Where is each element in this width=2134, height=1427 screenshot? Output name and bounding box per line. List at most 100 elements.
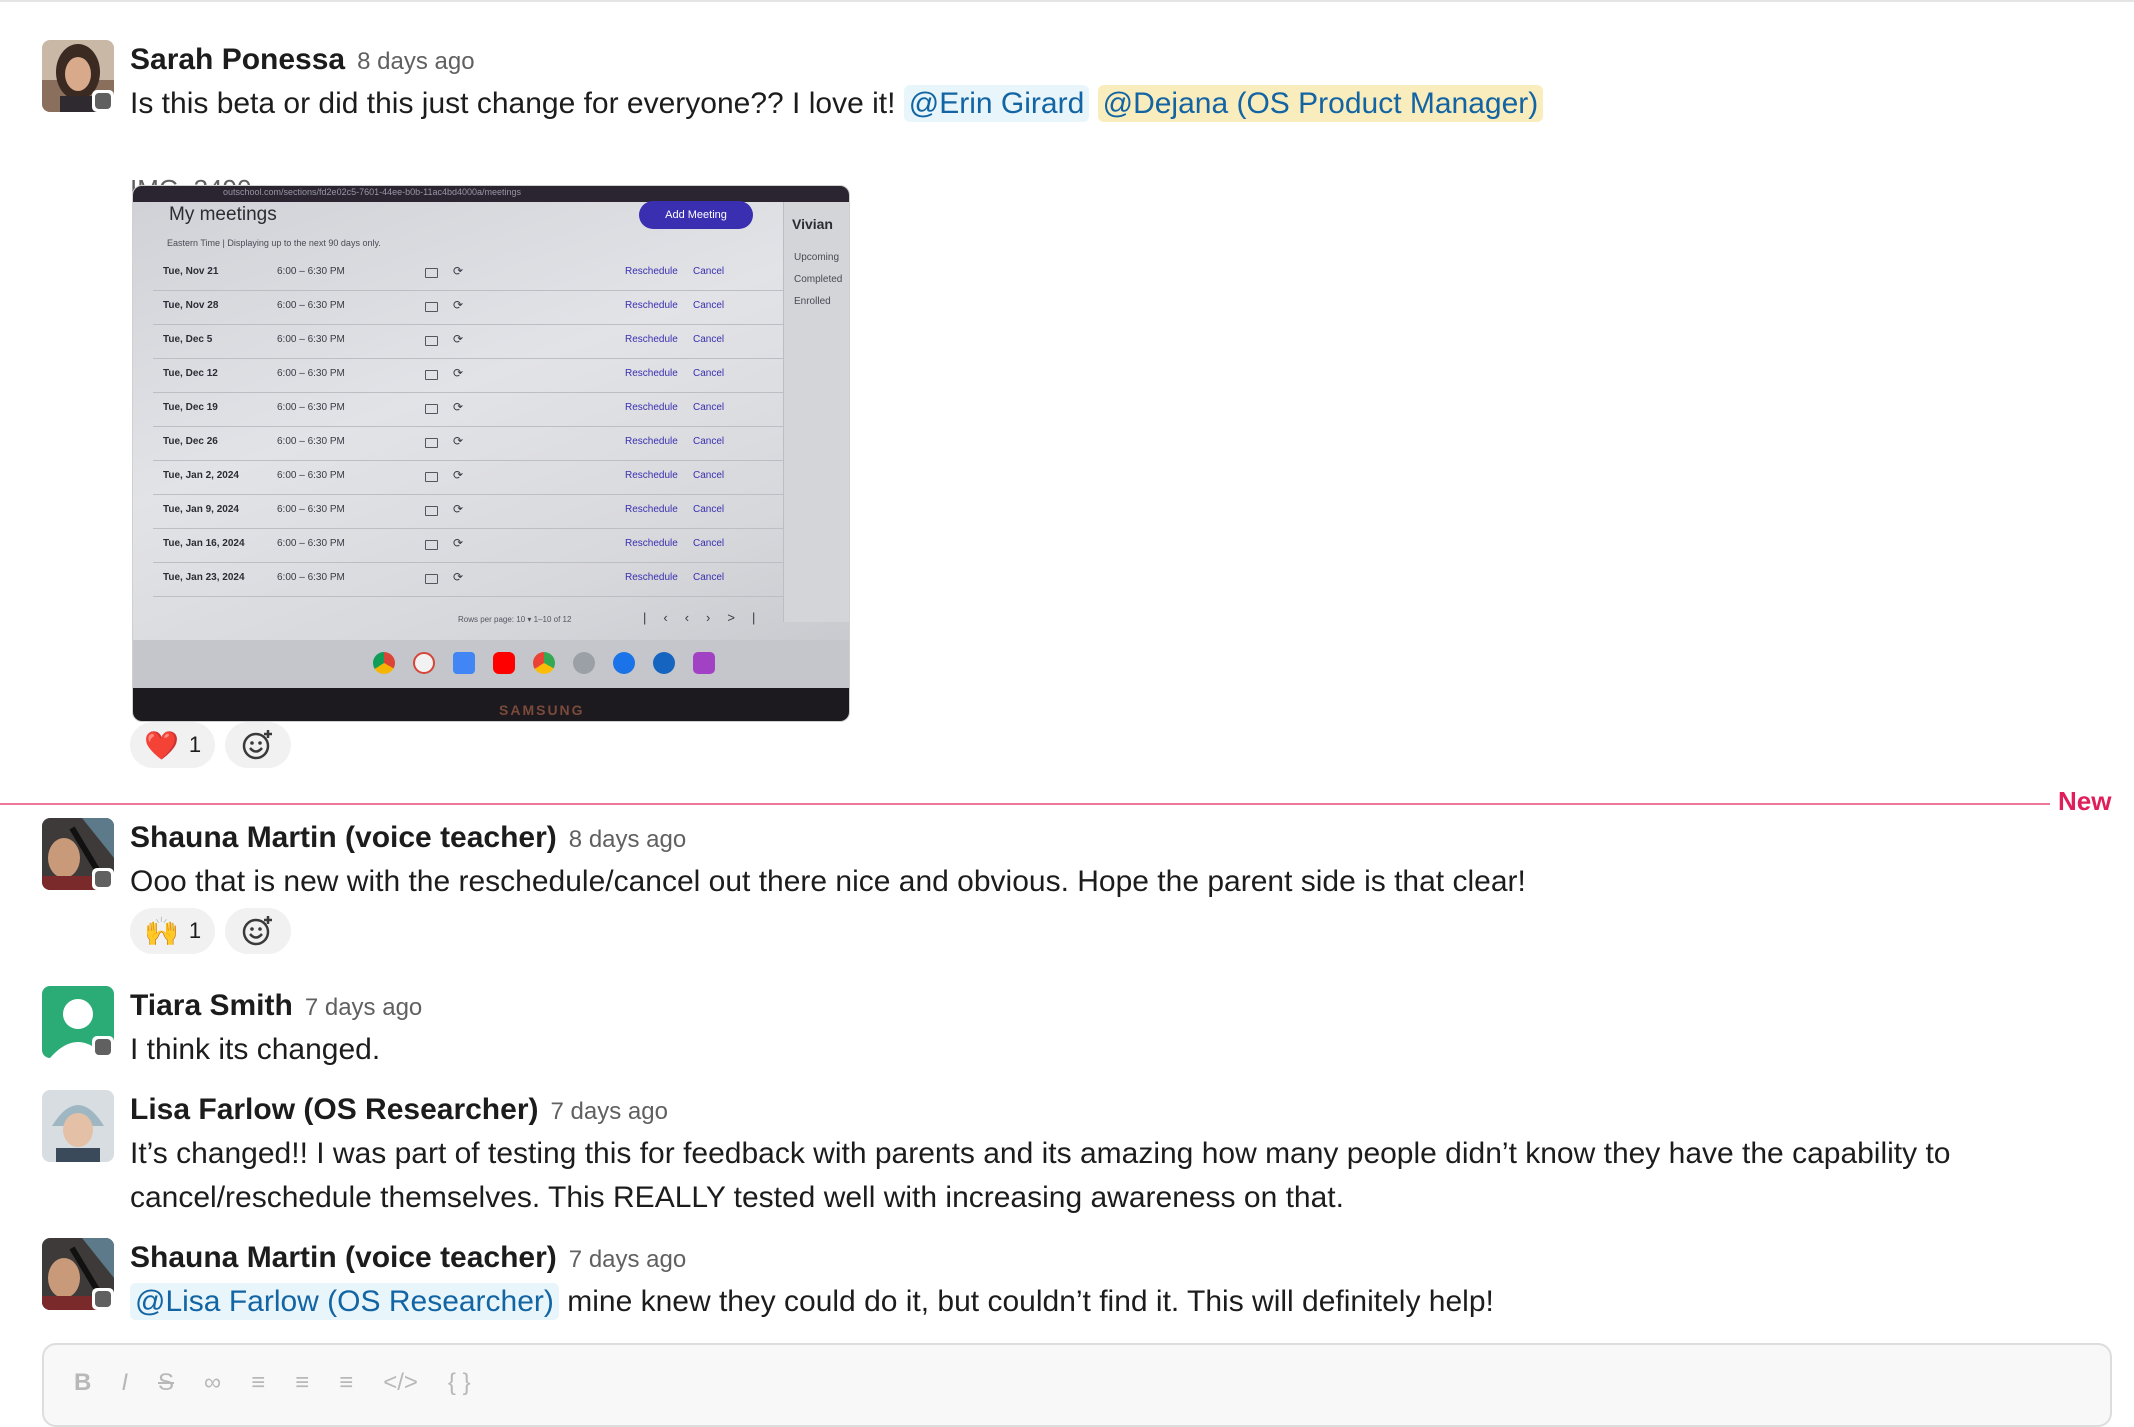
- reschedule-link: Reschedule: [625, 436, 678, 447]
- message-composer[interactable]: B I S ∞ ≡ ≡ ≡ </> { }: [42, 1343, 2112, 1427]
- reschedule-link: Reschedule: [625, 368, 678, 379]
- mention-erin[interactable]: @Erin Girard: [903, 85, 1090, 122]
- author-name[interactable]: Lisa Farlow (OS Researcher): [130, 1093, 539, 1126]
- reschedule-link: Reschedule: [625, 470, 678, 481]
- repeat-icon: ⟳: [453, 570, 464, 584]
- pager-arrows-icon: |‹‹›>|: [643, 610, 773, 625]
- cancel-link: Cancel: [693, 334, 725, 345]
- message-header: Shauna Martin (voice teacher) 8 days ago: [130, 818, 686, 858]
- add-reaction-button[interactable]: [225, 908, 292, 954]
- cancel-link: Cancel: [693, 402, 725, 413]
- author-name[interactable]: Tiara Smith: [130, 989, 293, 1022]
- device-bezel: SAMSUNG: [133, 688, 849, 721]
- calendar-icon: [425, 506, 438, 516]
- repeat-icon: ⟳: [453, 366, 464, 380]
- calendar-icon: [425, 472, 438, 482]
- bulleted-list-icon[interactable]: ≡: [295, 1369, 309, 1397]
- new-messages-divider: [0, 803, 2050, 805]
- meeting-row: Tue, Nov 28 6:00 – 6:30 PM ⟳ Reschedule Canc…: [153, 290, 783, 325]
- chrome-icon: [373, 652, 395, 674]
- italic-icon[interactable]: I: [121, 1369, 128, 1397]
- timestamp[interactable]: 8 days ago: [357, 48, 474, 75]
- cancel-link: Cancel: [693, 470, 725, 481]
- message-text: Is this beta or did this just change for…: [130, 82, 2090, 126]
- meeting-date: Tue, Dec 26: [163, 436, 218, 447]
- cancel-link: Cancel: [693, 538, 725, 549]
- formatting-toolbar: B I S ∞ ≡ ≡ ≡ </> { }: [74, 1369, 471, 1397]
- repeat-icon: ⟳: [453, 536, 464, 550]
- reschedule-link: Reschedule: [625, 504, 678, 515]
- message-text: It’s changed!! I was part of testing thi…: [130, 1137, 1951, 1214]
- meeting-time: 6:00 – 6:30 PM: [277, 334, 345, 345]
- presence-indicator: [92, 868, 114, 890]
- author-name[interactable]: Shauna Martin (voice teacher): [130, 821, 557, 854]
- timestamp[interactable]: 7 days ago: [551, 1098, 668, 1125]
- timestamp[interactable]: 7 days ago: [305, 994, 422, 1021]
- ordered-list-icon[interactable]: ≡: [251, 1369, 265, 1397]
- author-name[interactable]: Shauna Martin (voice teacher): [130, 1241, 557, 1274]
- meeting-time: 6:00 – 6:30 PM: [277, 266, 345, 277]
- calendar-icon: [425, 268, 438, 278]
- reschedule-link: Reschedule: [625, 300, 678, 311]
- meeting-date: Tue, Jan 9, 2024: [163, 504, 239, 515]
- meeting-time: 6:00 – 6:30 PM: [277, 436, 345, 447]
- mention-lisa[interactable]: @Lisa Farlow (OS Researcher): [130, 1283, 559, 1320]
- mention-dejana[interactable]: @Dejana (OS Product Manager): [1097, 85, 1544, 122]
- os-taskbar: [133, 640, 849, 688]
- repeat-icon: ⟳: [453, 264, 464, 278]
- timestamp[interactable]: 7 days ago: [569, 1246, 686, 1273]
- meeting-time: 6:00 – 6:30 PM: [277, 300, 345, 311]
- cancel-link: Cancel: [693, 300, 725, 311]
- play-store-icon: [533, 652, 555, 674]
- browser-url-bar: outschool.com/sections/fd2e02c5-7601-44e…: [133, 186, 849, 202]
- message-header: Lisa Farlow (OS Researcher) 7 days ago: [130, 1090, 668, 1130]
- author-name[interactable]: Sarah Ponessa: [130, 43, 345, 76]
- code-icon[interactable]: </>: [383, 1369, 418, 1397]
- message-text: Ooo that is new with the reschedule/canc…: [130, 865, 1526, 898]
- calendar-icon: [425, 438, 438, 448]
- message-body: mine knew they could do it, but couldn’t…: [558, 1285, 1494, 1318]
- meeting-date: Tue, Dec 5: [163, 334, 213, 345]
- blockquote-icon[interactable]: ≡: [339, 1369, 353, 1397]
- bold-icon[interactable]: B: [74, 1369, 91, 1397]
- link-icon[interactable]: ∞: [204, 1369, 221, 1397]
- image-attachment[interactable]: outschool.com/sections/fd2e02c5-7601-44e…: [132, 185, 850, 722]
- meeting-time: 6:00 – 6:30 PM: [277, 572, 345, 583]
- meeting-date: Tue, Dec 12: [163, 368, 218, 379]
- reaction-raised-hands[interactable]: 🙌 1: [130, 908, 216, 954]
- avatar-lisa[interactable]: [42, 1090, 114, 1162]
- message-header: Sarah Ponessa 8 days ago: [130, 40, 475, 80]
- reschedule-link: Reschedule: [625, 572, 678, 583]
- meeting-row: Tue, Dec 26 6:00 – 6:30 PM ⟳ Reschedule Canc…: [153, 426, 783, 461]
- meeting-time: 6:00 – 6:30 PM: [277, 368, 345, 379]
- repeat-icon: ⟳: [453, 468, 464, 482]
- meeting-row: Tue, Jan 9, 2024 6:00 – 6:30 PM ⟳ Reschedul…: [153, 494, 783, 529]
- reactions-bar: ❤️ 1: [130, 722, 292, 768]
- docs-icon: [453, 652, 475, 674]
- cancel-link: Cancel: [693, 368, 725, 379]
- reschedule-link: Reschedule: [625, 334, 678, 345]
- code-block-icon[interactable]: { }: [448, 1369, 471, 1397]
- meeting-time: 6:00 – 6:30 PM: [277, 504, 345, 515]
- reaction-heart[interactable]: ❤️ 1: [130, 722, 216, 768]
- new-messages-label: New: [2058, 786, 2112, 816]
- cancel-link: Cancel: [693, 266, 725, 277]
- meeting-row: Tue, Jan 2, 2024 6:00 – 6:30 PM ⟳ Reschedul…: [153, 460, 783, 495]
- meeting-date: Tue, Jan 2, 2024: [163, 470, 239, 481]
- meeting-time: 6:00 – 6:30 PM: [277, 538, 345, 549]
- message-text: @Lisa Farlow (OS Researcher) mine knew t…: [130, 1280, 2090, 1324]
- repeat-icon: ⟳: [453, 298, 464, 312]
- presence-indicator: [92, 90, 114, 112]
- strikethrough-icon[interactable]: S: [158, 1369, 174, 1397]
- message-body: Is this beta or did this just change for…: [130, 87, 904, 120]
- meeting-time: 6:00 – 6:30 PM: [277, 402, 345, 413]
- add-meeting-button: Add Meeting: [639, 201, 753, 229]
- cancel-link: Cancel: [693, 572, 725, 583]
- reschedule-link: Reschedule: [625, 402, 678, 413]
- message-header: Shauna Martin (voice teacher) 7 days ago: [130, 1238, 686, 1278]
- app-icon: [613, 652, 635, 674]
- add-reaction-button[interactable]: [225, 722, 292, 768]
- timestamp[interactable]: 8 days ago: [569, 826, 686, 853]
- add-reaction-icon: [242, 730, 273, 760]
- presence-indicator: [92, 1288, 114, 1310]
